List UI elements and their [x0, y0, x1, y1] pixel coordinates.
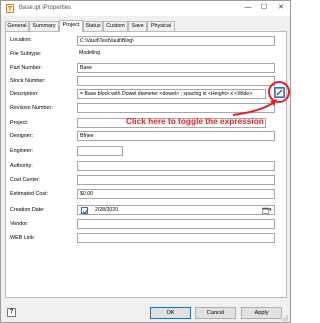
- help-button[interactable]: ?: [7, 308, 16, 317]
- tab-project[interactable]: Project: [59, 20, 83, 32]
- project-tab-panel: Location: C:\Vault\TestVault\Blog\ File …: [5, 31, 287, 298]
- estimated-cost-field[interactable]: $0.00: [77, 189, 275, 199]
- tab-summary[interactable]: Summary: [29, 21, 59, 31]
- apply-button[interactable]: Apply: [241, 307, 282, 319]
- description-field[interactable]: = Base block with Dowel diameter <dowel>…: [77, 89, 266, 99]
- revision-number-label: Revision Number:: [10, 105, 53, 111]
- location-field[interactable]: C:\Vault\TestVault\Blog\: [77, 36, 275, 46]
- calendar-icon[interactable]: [262, 207, 269, 214]
- creation-date-checkbox[interactable]: [81, 207, 89, 215]
- window-title: Base.ipt iProperties: [19, 5, 72, 11]
- tab-physical[interactable]: Physical: [147, 21, 175, 31]
- tab-general[interactable]: General: [5, 21, 29, 31]
- annotation-callout: Click here to toggle the expression: [126, 116, 264, 126]
- ok-button[interactable]: OK: [150, 307, 191, 319]
- highlight-circle: [268, 81, 290, 103]
- creation-date-picker[interactable]: 2/28/2020 ▾: [77, 205, 275, 215]
- chevron-down-icon[interactable]: ▾: [269, 206, 272, 214]
- web-link-label: WEB Link:: [10, 235, 36, 241]
- inventor-part-icon: [6, 4, 14, 13]
- engineer-label: Engineer:: [10, 148, 34, 154]
- location-label: Location:: [10, 37, 32, 43]
- creation-date-value: 2/28/2020: [95, 207, 119, 213]
- vendor-label: Vendor:: [10, 221, 29, 227]
- title-bar: Base.ipt iProperties — ☐ ✕: [1, 1, 290, 16]
- designer-field[interactable]: Bfriee: [77, 131, 275, 141]
- revision-number-field[interactable]: [77, 103, 275, 113]
- iproperties-dialog: Base.ipt iProperties — ☐ ✕ General Summa…: [0, 0, 291, 323]
- tab-status[interactable]: Status: [83, 21, 103, 31]
- cancel-button[interactable]: Cancel: [195, 307, 236, 319]
- stock-number-label: Stock Number:: [10, 78, 46, 84]
- description-label: Description:: [10, 91, 39, 97]
- part-number-label: Part Number:: [10, 65, 43, 71]
- engineer-field[interactable]: [77, 146, 123, 156]
- maximize-icon[interactable]: ☐: [257, 2, 271, 14]
- vendor-field[interactable]: [77, 219, 275, 229]
- part-number-field[interactable]: Base: [77, 63, 275, 73]
- resize-grip-icon[interactable]: [280, 313, 288, 321]
- authority-label: Authority:: [10, 163, 33, 169]
- checkmark-icon: [82, 209, 89, 215]
- stock-number-field[interactable]: [77, 76, 275, 86]
- tab-custom[interactable]: Custom: [103, 21, 128, 31]
- project-label: Project:: [10, 120, 29, 126]
- tab-save[interactable]: Save: [128, 21, 147, 31]
- designer-label: Designer:: [10, 133, 34, 139]
- dialog-footer: ? OK Cancel Apply: [1, 301, 290, 323]
- minimize-icon[interactable]: —: [241, 2, 255, 14]
- cost-center-label: Cost Center:: [10, 177, 41, 183]
- file-subtype-value: Modeling: [77, 49, 275, 59]
- authority-field[interactable]: [77, 161, 275, 171]
- cost-center-field[interactable]: [77, 175, 275, 185]
- close-icon[interactable]: ✕: [274, 2, 288, 14]
- file-subtype-label: File Subtype:: [10, 51, 42, 57]
- estimated-cost-label: Estimated Cost:: [10, 191, 49, 197]
- creation-date-label: Creation Date:: [10, 207, 45, 213]
- web-link-field[interactable]: [77, 233, 275, 243]
